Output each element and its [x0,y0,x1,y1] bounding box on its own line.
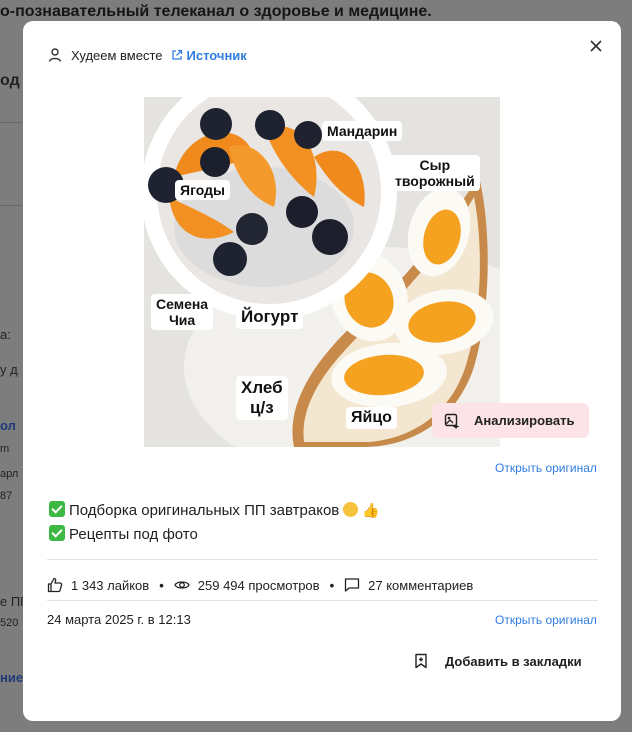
background-divider [0,122,22,123]
analyze-label: Анализировать [474,413,575,428]
open-original-link[interactable]: Открыть оригинал [495,613,597,627]
background-fragment: 520 [0,617,19,629]
post-description: Подборка оригинальных ПП завтраков 👍 Реце… [49,498,380,547]
background-fragment: а: [0,327,11,342]
divider [47,559,598,560]
channel-name[interactable]: Худеем вместе [71,48,163,63]
add-bookmark-button[interactable]: Добавить в закладки [413,653,582,669]
image-analyze-icon [444,413,460,429]
divider [47,600,598,601]
bookmark-label: Добавить в закладки [445,653,582,669]
photo-label: Хлеб ц/з [236,376,288,420]
eye-icon [174,577,190,593]
background-fragment: арл [0,468,19,480]
separator-dot: • [159,577,164,593]
thumbs-up-emoji-icon: 👍 [362,502,380,518]
check-icon [49,525,65,541]
user-icon [47,47,63,63]
background-fragment: у д [0,362,18,377]
likes-count: 1 343 лайков [71,577,150,593]
external-link-icon [171,49,183,61]
open-original-link[interactable]: Открыть оригинал [495,461,597,475]
comments-count[interactable]: 27 комментариев [368,578,473,593]
photo-label: Ягоды [175,180,230,200]
smile-emoji-icon [343,502,359,517]
like-icon[interactable] [47,577,63,593]
photo-label: Семена Чиа [151,294,214,330]
source-link[interactable]: Источник [187,48,247,63]
description-line: Подборка оригинальных ПП завтраков 👍 [49,498,380,523]
photo-label: Сыр творожный [390,155,480,191]
photo-label: Яйцо [346,407,397,429]
check-icon [49,501,65,517]
background-fragment: ол [0,418,16,433]
analyze-button[interactable]: Анализировать [432,403,589,438]
comment-icon[interactable] [344,577,360,593]
close-icon [590,40,602,52]
bookmark-add-icon [413,653,429,669]
photo-label: Йогурт [236,305,304,329]
photo-label: Мандарин [322,121,403,141]
views-count: 259 494 просмотров [197,577,320,593]
background-fragment: ние [0,670,24,685]
breakfast-image [144,97,500,447]
description-line: Рецепты под фото [49,523,380,547]
post-modal: Худеем вместе Источник Мандарин Сыр твор… [23,21,621,721]
background-title: о-познавательный телеканал о здоровье и … [0,3,432,20]
post-stats: 1 343 лайков • 259 494 просмотров • 27 к… [47,577,473,593]
post-photo[interactable]: Мандарин Сыр творожный Ягоды Семена Чиа … [144,97,500,447]
background-divider [0,205,22,206]
background-fragment: m [0,443,10,455]
background-fragment: од [0,72,20,89]
post-header: Худеем вместе Источник [47,47,247,63]
post-date: 24 марта 2025 г. в 12:13 [47,612,191,627]
separator-dot: • [329,577,335,593]
close-button[interactable] [585,35,607,57]
background-fragment: 87 [0,490,13,502]
